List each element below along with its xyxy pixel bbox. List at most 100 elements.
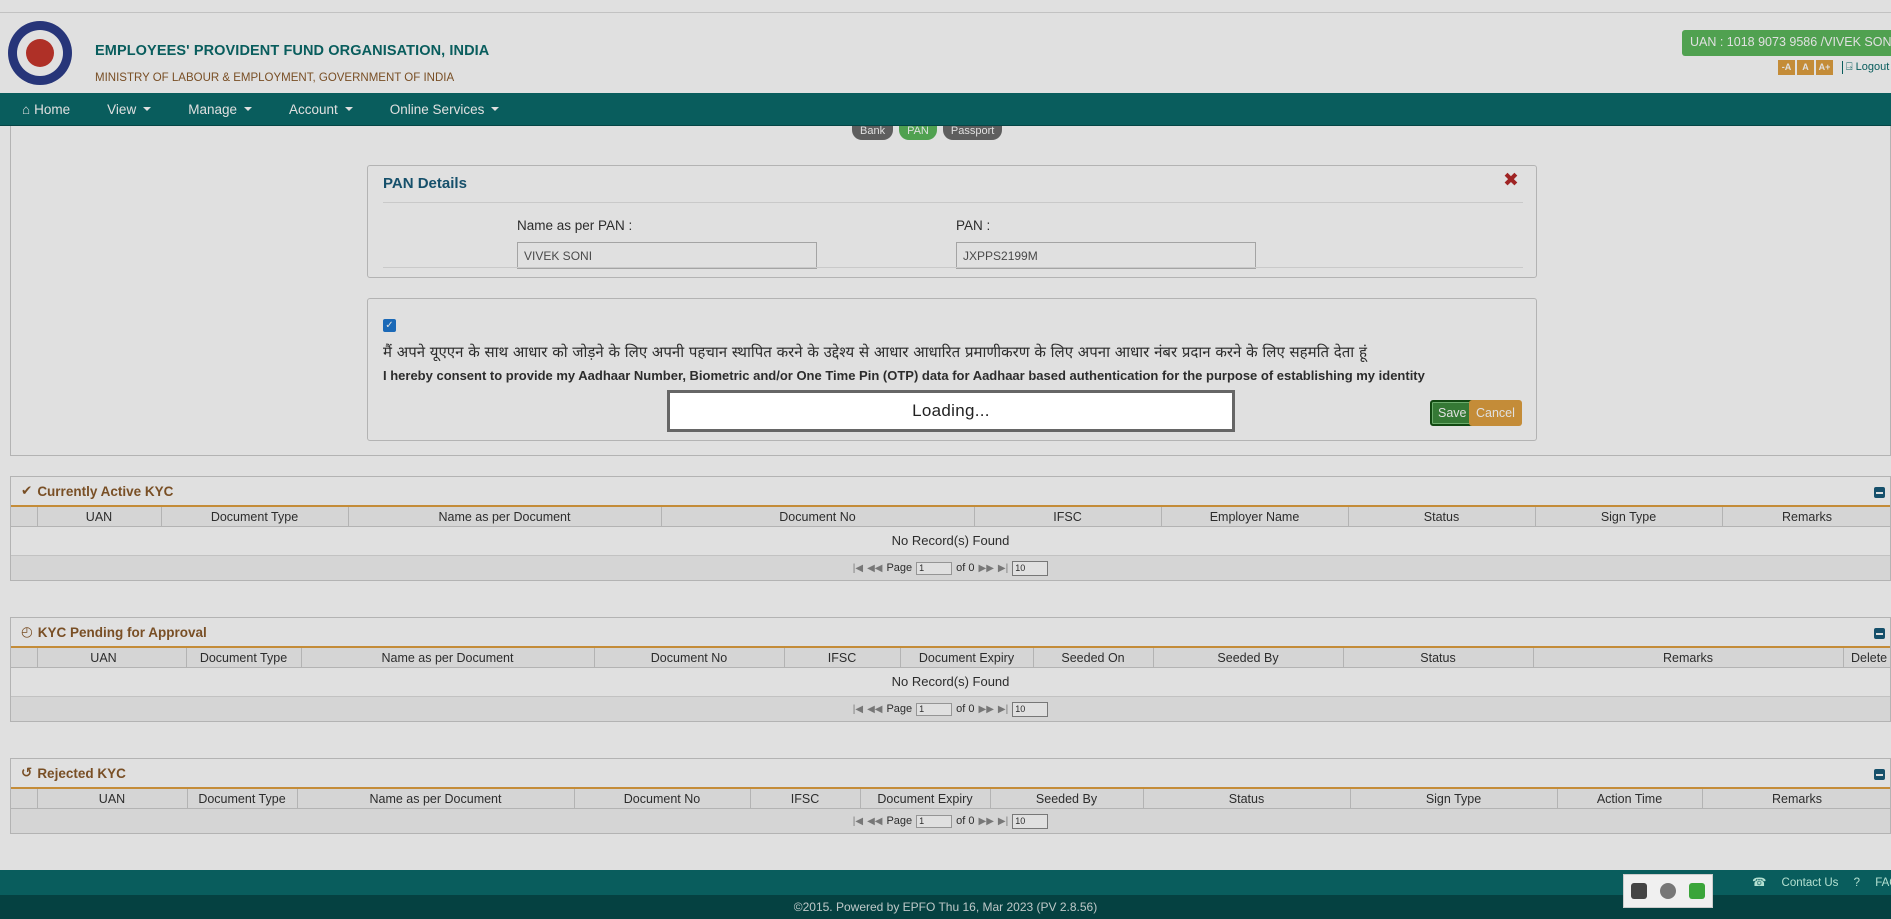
page-number-input[interactable]: 1 xyxy=(916,702,953,716)
pending-kyc-pager: |◀ ◀◀ Page 1 of 0 ▶▶ ▶| 10 xyxy=(11,697,1890,721)
col-action-time[interactable]: Action Time xyxy=(1557,792,1702,806)
network-icon[interactable] xyxy=(1659,883,1676,899)
first-page-icon[interactable]: |◀ xyxy=(853,704,863,715)
col-ifsc[interactable]: IFSC xyxy=(974,510,1161,524)
col-ifsc[interactable]: IFSC xyxy=(750,792,860,806)
active-kyc-panel: ✔ Currently Active KYC UAN Document Type… xyxy=(10,476,1891,581)
logout-link[interactable]: ⍈ Logout xyxy=(1842,61,1889,74)
last-page-icon[interactable]: ▶| xyxy=(998,563,1008,574)
col-uan[interactable]: UAN xyxy=(37,792,187,806)
name-as-per-pan-input[interactable] xyxy=(517,242,817,269)
col-document-no[interactable]: Document No xyxy=(574,792,750,806)
col-remarks[interactable]: Remarks xyxy=(1722,510,1891,524)
font-decrease-button[interactable]: -A xyxy=(1778,60,1795,75)
active-kyc-header: ✔ Currently Active KYC xyxy=(11,477,1890,507)
epfo-logo-icon xyxy=(8,21,72,85)
first-page-icon[interactable]: |◀ xyxy=(853,816,863,827)
col-document-expiry[interactable]: Document Expiry xyxy=(860,792,990,806)
col-seeded-by[interactable]: Seeded By xyxy=(990,792,1143,806)
col-document-type[interactable]: Document Type xyxy=(161,510,348,524)
first-page-icon[interactable]: |◀ xyxy=(853,563,863,574)
pending-kyc-header: ◴ KYC Pending for Approval xyxy=(11,618,1890,648)
security-shield-icon[interactable] xyxy=(1630,883,1647,899)
col-remarks[interactable]: Remarks xyxy=(1702,792,1891,806)
col-status[interactable]: Status xyxy=(1143,792,1350,806)
col-uan[interactable]: UAN xyxy=(37,510,161,524)
col-document-no[interactable]: Document No xyxy=(661,510,974,524)
col-ifsc[interactable]: IFSC xyxy=(784,651,900,665)
rejected-kyc-panel: ↺ Rejected KYC UAN Document Type Name as… xyxy=(10,758,1891,834)
divider xyxy=(383,267,1523,268)
col-document-no[interactable]: Document No xyxy=(594,651,784,665)
font-increase-button[interactable]: A+ xyxy=(1816,60,1833,75)
page-size-select[interactable]: 10 xyxy=(1012,813,1049,829)
prev-page-icon[interactable]: ◀◀ xyxy=(867,704,882,715)
nav-online-services[interactable]: Online Services xyxy=(390,102,515,117)
page-size-select[interactable]: 10 xyxy=(1012,560,1049,576)
col-document-type[interactable]: Document Type xyxy=(187,792,297,806)
col-delete[interactable]: Delete xyxy=(1843,651,1891,665)
save-button[interactable]: Save xyxy=(1430,400,1475,426)
consent-checkbox[interactable]: ✓ xyxy=(383,319,396,332)
nav-online-services-label: Online Services xyxy=(389,101,485,117)
next-page-icon[interactable]: ▶▶ xyxy=(979,563,994,574)
ministry-name: MINISTRY OF LABOUR & EMPLOYMENT, GOVERNM… xyxy=(95,72,455,84)
col-seeded-by[interactable]: Seeded By xyxy=(1153,651,1343,665)
copyright: ©2015. Powered by EPFO Thu 16, Mar 2023 … xyxy=(0,895,1891,919)
col-document-expiry[interactable]: Document Expiry xyxy=(900,651,1033,665)
cancel-button[interactable]: Cancel xyxy=(1469,400,1522,426)
pan-number-input[interactable] xyxy=(956,242,1256,269)
col-status[interactable]: Status xyxy=(1348,510,1535,524)
col-remarks[interactable]: Remarks xyxy=(1533,651,1843,665)
prev-page-icon[interactable]: ◀◀ xyxy=(867,563,882,574)
footer-links-bar xyxy=(0,870,1891,895)
nav-home[interactable]: ⌂ Home xyxy=(22,102,85,117)
font-normal-button[interactable]: A xyxy=(1797,60,1814,75)
col-employer-name[interactable]: Employer Name xyxy=(1161,510,1348,524)
col-name-as-per-document[interactable]: Name as per Document xyxy=(297,792,574,806)
nav-manage[interactable]: Manage xyxy=(188,102,267,117)
active-kyc-table-header: UAN Document Type Name as per Document D… xyxy=(11,507,1890,527)
tab-bank[interactable]: Bank xyxy=(852,126,894,140)
last-page-icon[interactable]: ▶| xyxy=(998,816,1008,827)
faqs-link[interactable]: ? FAQs xyxy=(1854,877,1891,889)
page-of-label: of 0 xyxy=(956,815,975,827)
pending-kyc-panel: ◴ KYC Pending for Approval UAN Document … xyxy=(10,617,1891,722)
tab-passport[interactable]: Passport xyxy=(942,126,1003,140)
nav-account[interactable]: Account xyxy=(289,102,368,117)
last-page-icon[interactable]: ▶| xyxy=(998,704,1008,715)
page-number-input[interactable]: 1 xyxy=(916,561,953,575)
chevron-down-icon xyxy=(244,107,252,111)
close-icon[interactable]: ✖ xyxy=(1503,171,1519,190)
minimize-icon[interactable] xyxy=(1874,769,1885,780)
next-page-icon[interactable]: ▶▶ xyxy=(979,704,994,715)
col-uan[interactable]: UAN xyxy=(37,651,170,665)
minimize-icon[interactable] xyxy=(1874,487,1885,498)
col-name-as-per-document[interactable]: Name as per Document xyxy=(301,651,594,665)
col-sign-type[interactable]: Sign Type xyxy=(1350,792,1557,806)
col-sign-type[interactable]: Sign Type xyxy=(1535,510,1722,524)
page-label: Page xyxy=(886,703,913,715)
browser-strip xyxy=(0,0,1891,13)
col-document-type[interactable]: Document Type xyxy=(186,651,301,665)
check-shield-icon[interactable] xyxy=(1689,883,1706,899)
page-number-input[interactable]: 1 xyxy=(916,814,953,828)
loading-dialog: Loading... xyxy=(667,390,1235,432)
contact-us-link[interactable]: ☎ Contact Us xyxy=(1752,877,1838,889)
page-body: Bank PAN Passport PAN Details ✖ Name as … xyxy=(0,126,1891,870)
page-size-select[interactable]: 10 xyxy=(1012,701,1049,717)
chevron-down-icon xyxy=(143,107,152,111)
tab-pan[interactable]: PAN xyxy=(899,126,937,140)
active-kyc-pager: |◀ ◀◀ Page 1 of 0 ▶▶ ▶| 10 xyxy=(11,556,1890,580)
clock-icon: ◴ xyxy=(21,624,33,639)
faqs-label: FAQs xyxy=(1875,877,1891,889)
minimize-icon[interactable] xyxy=(1874,628,1885,639)
next-page-icon[interactable]: ▶▶ xyxy=(979,816,994,827)
col-name-as-per-document[interactable]: Name as per Document xyxy=(348,510,661,524)
col-status[interactable]: Status xyxy=(1343,651,1533,665)
chevron-down-icon xyxy=(344,107,353,111)
prev-page-icon[interactable]: ◀◀ xyxy=(867,816,882,827)
nav-view[interactable]: View xyxy=(107,102,166,117)
uan-badge: UAN : 1018 9073 9586 /VIVEK SONI xyxy=(1682,30,1891,56)
col-seeded-on[interactable]: Seeded On xyxy=(1033,651,1153,665)
